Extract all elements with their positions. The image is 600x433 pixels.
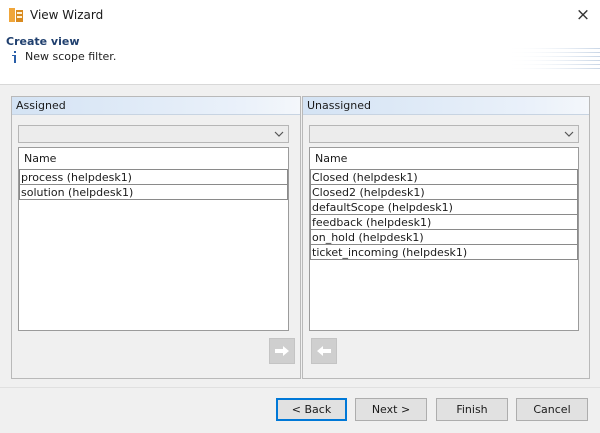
assigned-column-header-name[interactable]: Name — [19, 148, 288, 170]
list-item[interactable]: feedback (helpdesk1) — [310, 214, 578, 230]
unassigned-panel-title: Unassigned — [303, 97, 589, 115]
move-to-unassigned-button[interactable] — [269, 338, 295, 364]
wizard-header: Create view New scope filter. — [0, 30, 600, 85]
list-item[interactable]: on_hold (helpdesk1) — [310, 229, 578, 245]
assigned-panel-title: Assigned — [12, 97, 300, 115]
info-icon — [12, 51, 16, 63]
arrow-left-icon — [317, 346, 331, 356]
unassigned-panel: Unassigned Name Closed (helpdesk1) Close… — [302, 96, 590, 379]
title-bar: View Wizard × — [0, 0, 600, 30]
finish-button[interactable]: Finish — [436, 398, 508, 421]
list-item[interactable]: ticket_incoming (helpdesk1) — [310, 244, 578, 260]
close-button[interactable]: × — [566, 0, 600, 30]
chevron-down-icon — [564, 131, 574, 137]
next-button[interactable]: Next > — [355, 398, 427, 421]
back-button[interactable]: < Back — [276, 398, 347, 421]
chevron-down-icon — [274, 131, 284, 137]
list-item[interactable]: solution (helpdesk1) — [19, 184, 288, 200]
unassigned-filter-combo[interactable] — [309, 125, 579, 143]
arrow-right-icon — [275, 346, 289, 356]
view-wizard-icon — [9, 8, 23, 22]
list-item[interactable]: process (helpdesk1) — [19, 169, 288, 185]
assigned-filter-combo[interactable] — [18, 125, 289, 143]
footer-divider — [0, 387, 600, 388]
page-title: Create view — [6, 35, 80, 48]
unassigned-column-header-name[interactable]: Name — [310, 148, 578, 170]
list-item[interactable]: Closed2 (helpdesk1) — [310, 184, 578, 200]
header-banner-decoration — [505, 48, 600, 69]
header-message: New scope filter. — [25, 50, 117, 63]
window-title: View Wizard — [30, 8, 104, 22]
assigned-list[interactable]: Name process (helpdesk1) solution (helpd… — [18, 147, 289, 331]
move-to-assigned-button[interactable] — [311, 338, 337, 364]
list-item[interactable]: Closed (helpdesk1) — [310, 169, 578, 185]
list-item[interactable]: defaultScope (helpdesk1) — [310, 199, 578, 215]
cancel-button[interactable]: Cancel — [516, 398, 588, 421]
unassigned-list[interactable]: Name Closed (helpdesk1) Closed2 (helpdes… — [309, 147, 579, 331]
assigned-panel: Assigned Name process (helpdesk1) soluti… — [11, 96, 301, 379]
